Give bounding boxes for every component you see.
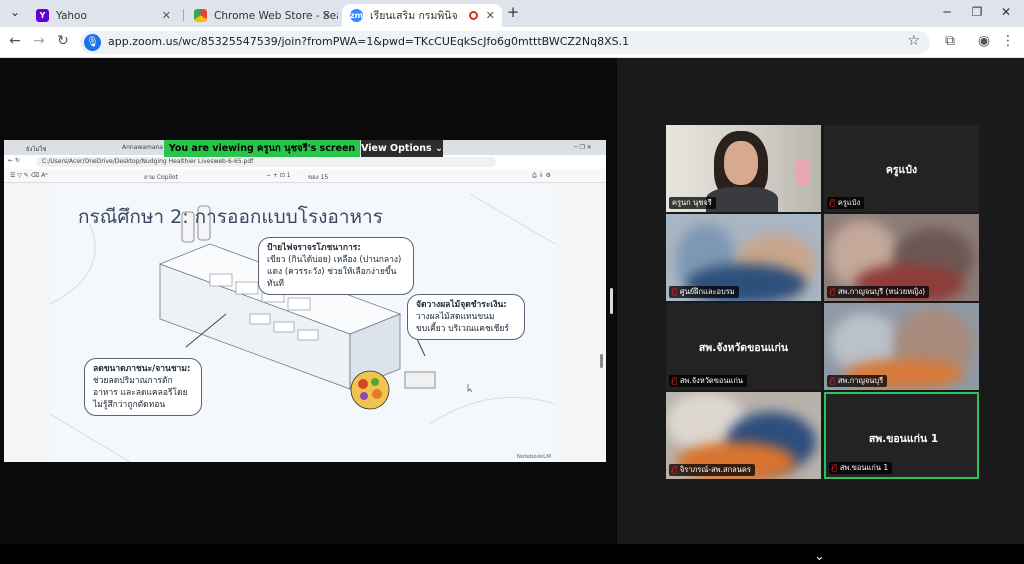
view-options-button[interactable]: View Options ⌄ — [361, 140, 443, 157]
callout-heading: ลดขนาดภาชนะ/จานชาม: — [93, 364, 191, 374]
muted-mic-icon: 🎙̸ — [830, 287, 835, 296]
url-text: app.zoom.us/wc/85325547539/join?fromPWA=… — [108, 35, 630, 48]
muted-mic-icon: 🎙̸ — [832, 463, 837, 472]
panel-splitter[interactable] — [610, 288, 613, 314]
new-tab-icon[interactable]: + — [503, 3, 523, 21]
muted-mic-icon: 🎙̸ — [830, 376, 835, 385]
tab-chrome-web-store[interactable]: Chrome Web Store - Search Re ✕ — [186, 4, 338, 27]
participant-name: 🎙̸ สพ.กาญจนบุรี — [827, 375, 888, 387]
browser-toolbar: ← → ↻ 🎙 app.zoom.us/wc/85325547539/join?… — [0, 27, 1024, 58]
tab-title: Chrome Web Store - Search Re — [214, 9, 338, 22]
callout-heading: ป้ายไฟจราจรโภชนาการ: — [267, 243, 361, 253]
browser-tab-strip: ⌄ Y Yahoo ✕ Chrome Web Store - Search Re… — [0, 0, 1024, 27]
callout-text: ช่วยลดปริมาณการตักอาหาร และลดแคลอรีโดยไม… — [93, 376, 188, 410]
participant-name: 🎙̸ ศูนย์ฝึกและอบรม — [669, 286, 739, 298]
callout-heading: จัดวางผลไม้จุดชำระเงิน: — [416, 300, 507, 310]
tab-title: เรียนเสริม กรมพินิจ — [370, 10, 458, 22]
muted-mic-icon: 🎙̸ — [672, 376, 677, 385]
callout-fruit-checkout: จัดวางผลไม้จุดชำระเงิน: วางผลไม้สดแทนขนม… — [407, 294, 525, 340]
callout-smaller-plates: ลดขนาดภาชนะ/จานชาม: ช่วยลดปริมาณการตักอา… — [84, 358, 202, 416]
muted-mic-icon: 🎙̸ — [830, 198, 835, 207]
slide-title: กรณีศึกษา 2: การออกแบบโรงอาหาร — [78, 206, 383, 228]
view-options-label: View Options — [361, 143, 432, 154]
bookmark-star-icon[interactable]: ☆ — [907, 33, 920, 49]
address-bar[interactable]: 🎙 app.zoom.us/wc/85325547539/join?fromPW… — [80, 31, 930, 54]
close-tab-icon[interactable]: ✕ — [486, 9, 495, 22]
participant-name: 🎙̸ สพ.กาญจนบุรี (หน่วยหญิง) — [827, 286, 930, 298]
pdf-toolbar: ☰ ▽ ✎ ⌫ Aᵃ ถาม Copilot − + ⊡ 1 ของ 15 ⎙ … — [4, 169, 606, 183]
participant-name: ครูนก นุชจรี — [669, 197, 716, 209]
tab-title: Yahoo — [56, 9, 87, 22]
chevron-down-icon[interactable]: ⌄ — [814, 549, 825, 564]
menu-icon[interactable]: ⋮ — [998, 33, 1018, 49]
close-tab-icon[interactable]: ✕ — [322, 9, 331, 22]
shared-address-bar: ← ↻ C:/Users/Acer/OneDrive/Desktop/Nudgi… — [4, 155, 606, 169]
participant-name: 🎙̸ ครูแป๋ง — [827, 197, 865, 209]
muted-mic-icon: 🎙̸ — [672, 465, 677, 474]
watermark: NotebookLM — [516, 454, 551, 460]
reload-icon[interactable]: ↻ — [53, 33, 73, 49]
callout-text: วางผลไม้สดแทนขนมขบเคี้ยว บริเวณแคชเชียร์ — [416, 312, 509, 334]
restore-icon[interactable]: ❐ — [967, 5, 987, 19]
shared-tab: ยังไม่ใช่ — [26, 146, 47, 153]
back-icon[interactable]: ← — [5, 33, 25, 49]
tab-zoom-meeting[interactable]: zm เรียนเสริม กรมพินิจ ✕ — [342, 4, 502, 27]
participant-tile[interactable]: สพ.จังหวัดขอนแก่น 🎙̸ สพ.จังหวัดขอนแก่น — [666, 303, 821, 390]
participant-tile-active-speaker[interactable]: สพ.ขอนแก่น 1 🎙̸ สพ.ขอนแก่น 1 — [824, 392, 979, 479]
callout-text: เขียว (กินได้บ่อย) เหลือง (ปานกลาง) แดง … — [267, 255, 402, 289]
minimize-icon[interactable]: ─ — [937, 5, 957, 19]
pdf-scrollbar[interactable] — [600, 354, 603, 368]
participant-tile[interactable]: 🎙̸ ศูนย์ฝึกและอบรม — [666, 214, 821, 301]
zoom-icon: zm — [350, 9, 363, 22]
muted-mic-icon: 🎙̸ — [672, 287, 677, 296]
chrome-webstore-icon — [194, 9, 207, 22]
page-count: ของ 15 — [308, 174, 329, 181]
participant-tile[interactable]: 🎙̸ สพ.กาญจนบุรี — [824, 303, 979, 390]
participant-display-name: สพ.ขอนแก่น 1 — [868, 433, 939, 445]
participant-tile[interactable]: ครูนก นุชจรี — [666, 125, 821, 212]
participant-display-name: ครูแป๋ง — [885, 164, 918, 176]
forward-icon[interactable]: → — [29, 33, 49, 49]
close-tab-icon[interactable]: ✕ — [162, 9, 171, 22]
close-window-icon[interactable]: ✕ — [996, 5, 1016, 19]
pdf-slide: กรณีศึกษา 2: การออกแบบโรงอาหาร ป้ายไฟจรา… — [50, 184, 555, 462]
participant-tile[interactable]: ครูแป๋ง 🎙̸ ครูแป๋ง — [824, 125, 979, 212]
participant-name: 🎙̸ จิราภรณ์-สพ.สกลนคร — [669, 464, 755, 476]
viewing-banner: You are viewing ครูนก นุชจรี's screen — [164, 140, 360, 157]
zoom-meeting-view: ยังไม่ใช่ Annawamana (77) ─ ❐ ✕ ← ↻ C:/U… — [0, 58, 1024, 564]
gallery-view: ครูนก นุชจรี ครูแป๋ง 🎙̸ ครูแป๋ง 🎙̸ ศูนย์ฝึ… — [617, 58, 1024, 544]
participant-name: 🎙̸ สพ.ขอนแก่น 1 — [829, 462, 893, 474]
site-info-icon[interactable]: 🎙 — [84, 34, 101, 51]
participant-display-name: สพ.จังหวัดขอนแก่น — [698, 342, 789, 354]
profile-icon[interactable]: ◉ — [974, 33, 994, 49]
tab-yahoo[interactable]: Y Yahoo ✕ — [28, 4, 178, 27]
copilot-button: ถาม Copilot — [144, 174, 178, 181]
shared-url: C:/Users/Acer/OneDrive/Desktop/Nudging H… — [36, 157, 496, 167]
shared-screen: ยังไม่ใช่ Annawamana (77) ─ ❐ ✕ ← ↻ C:/U… — [4, 140, 606, 462]
participant-tile[interactable]: 🎙̸ สพ.กาญจนบุรี (หน่วยหญิง) — [824, 214, 979, 301]
recording-icon — [469, 11, 478, 20]
yahoo-icon: Y — [36, 9, 49, 22]
callout-traffic-light: ป้ายไฟจราจรโภชนาการ: เขียว (กินได้บ่อย) … — [258, 237, 414, 295]
extensions-icon[interactable]: ⧉ — [940, 33, 960, 49]
participant-tile[interactable]: 🎙̸ จิราภรณ์-สพ.สกลนคร — [666, 392, 821, 479]
shared-screen-area: ยังไม่ใช่ Annawamana (77) ─ ❐ ✕ ← ↻ C:/U… — [0, 58, 617, 544]
tab-search-icon[interactable]: ⌄ — [5, 5, 25, 19]
participant-name: 🎙̸ สพ.จังหวัดขอนแก่น — [669, 375, 748, 387]
